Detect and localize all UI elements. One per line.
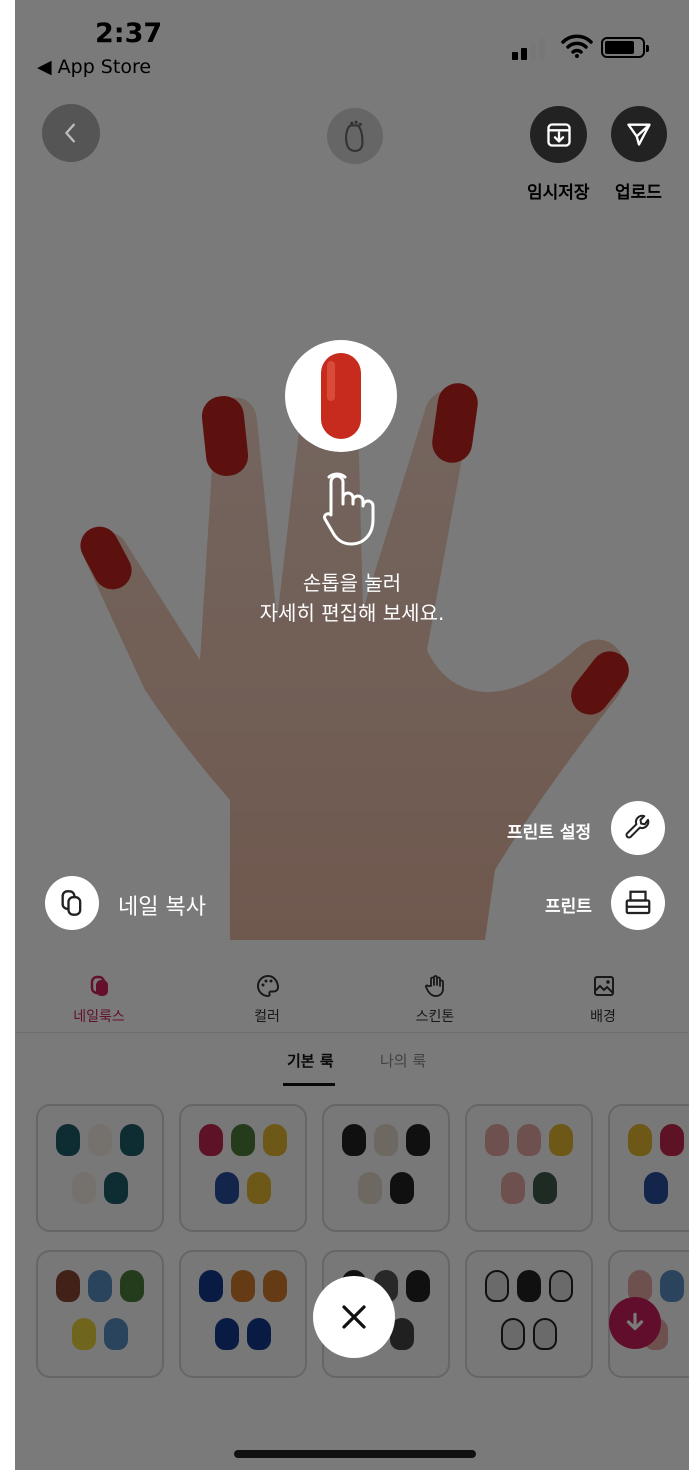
print-settings-label: 프린트 설정 [507,823,592,843]
download-button[interactable] [609,1297,661,1349]
look-card[interactable] [179,1104,307,1232]
back-button[interactable] [42,104,100,162]
save-draft-label: 임시저장 [527,183,590,203]
upload-label: 업로드 [615,183,662,203]
sub-tab-basic-look[interactable]: 기본 룩 [287,1050,334,1071]
tab-label: 배경 [590,1009,616,1025]
look-card[interactable] [608,1104,689,1232]
nail-middle [321,353,361,439]
chevron-left-icon [65,123,75,143]
wrench-icon [625,814,650,839]
nail-looks-icon [90,975,108,996]
hand-icon [424,975,444,997]
edit-hint: 손톱을 눌러 자세히 편집해 보세요. [192,568,512,628]
look-card[interactable] [179,1250,307,1378]
foot-mode-button[interactable] [327,108,383,164]
foot-icon [345,120,364,152]
print-button[interactable] [611,876,665,930]
status-bar: 2:37 ◀ App Store [15,0,689,90]
app-screen: 네일룩스 컬러 스킨톤 배경 기본 룩 나의 룩 2:37 ◀ App Stor… [15,0,689,1470]
nail-copy-label: 네일 복사 [118,895,206,920]
status-time: 2:37 [95,18,163,49]
look-card[interactable] [465,1250,593,1378]
printer-icon [625,890,651,915]
tab-label: 컬러 [254,1009,280,1025]
close-icon [342,1305,366,1329]
image-icon [594,976,614,996]
arrow-down-icon [626,1312,644,1331]
sub-tab-indicator [283,1083,335,1086]
print-label: 프린트 [545,897,592,917]
tab-nail-looks[interactable]: 네일룩스 [15,960,183,1033]
tab-bar: 네일룩스 컬러 스킨톤 배경 [15,960,689,1033]
nail-copy-button[interactable] [45,876,99,930]
palette-icon [257,974,280,998]
tab-skin-tone[interactable]: 스킨톤 [351,960,519,1033]
hint-line-1: 손톱을 눌러 [302,571,402,595]
battery-icon [601,37,649,58]
hint-line-2: 자세히 편집해 보세요. [259,601,445,625]
bottom-panel: 네일룩스 컬러 스킨톤 배경 기본 룩 나의 룩 [15,960,689,1470]
home-indicator[interactable] [234,1450,476,1458]
nail-middle-highlight[interactable] [285,340,397,452]
wifi-icon [561,34,593,58]
look-card[interactable] [36,1250,164,1378]
upload-button[interactable] [611,106,667,162]
tab-label: 스킨톤 [415,1009,455,1025]
look-card[interactable] [36,1104,164,1232]
send-icon [627,123,651,146]
save-draft-button[interactable] [530,106,587,163]
signal-icon [512,38,552,60]
sub-tab-my-look[interactable]: 나의 룩 [380,1050,426,1071]
sub-tab-bar: 기본 룩 나의 룩 [15,1050,689,1086]
archive-download-icon [546,122,571,147]
tab-background[interactable]: 배경 [519,960,687,1033]
look-card[interactable] [322,1104,450,1232]
print-settings-button[interactable] [611,801,665,855]
close-button[interactable] [313,1276,395,1358]
tap-hand-icon [323,472,375,546]
tab-color[interactable]: 컬러 [183,960,351,1033]
back-to-app-store[interactable]: ◀ App Store [37,56,151,78]
look-card[interactable] [465,1104,593,1232]
tab-label: 네일룩스 [73,1009,125,1025]
copy-nail-icon [61,890,82,916]
